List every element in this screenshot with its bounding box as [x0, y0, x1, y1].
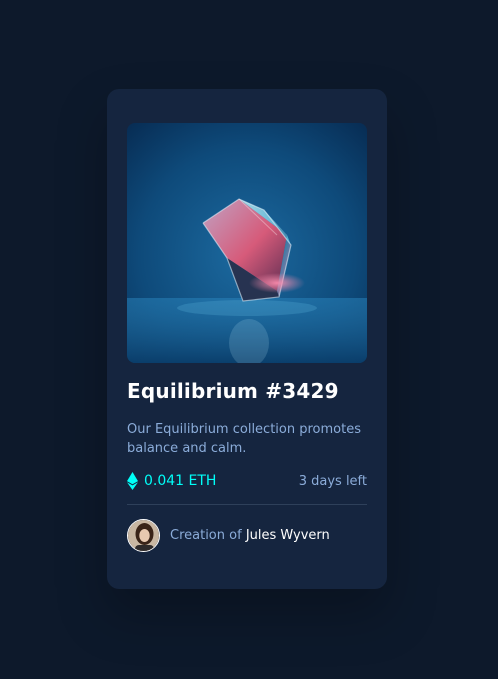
ethereum-icon	[127, 472, 138, 490]
time-info: 3 days left	[299, 474, 367, 489]
nft-preview-image[interactable]	[127, 123, 367, 363]
nft-meta-row: 0.041 ETH 3 days left	[127, 472, 367, 490]
price-value: 0.041 ETH	[144, 473, 217, 489]
nft-title[interactable]: Equilibrium #3429	[127, 379, 367, 403]
creator-row: Creation of Jules Wyvern	[127, 519, 367, 552]
divider	[127, 504, 367, 505]
price-info: 0.041 ETH	[127, 472, 216, 490]
creator-prefix: Creation of	[170, 528, 242, 543]
nft-card: Equilibrium #3429 Our Equilibrium collec…	[107, 89, 387, 589]
equilibrium-cube-image	[127, 123, 367, 363]
creator-avatar	[127, 519, 160, 552]
creator-name-link[interactable]: Jules Wyvern	[246, 528, 330, 543]
creator-text: Creation of Jules Wyvern	[170, 528, 330, 543]
time-left-text: 3 days left	[298, 473, 367, 489]
nft-description: Our Equilibrium collection promotes bala…	[127, 422, 361, 456]
